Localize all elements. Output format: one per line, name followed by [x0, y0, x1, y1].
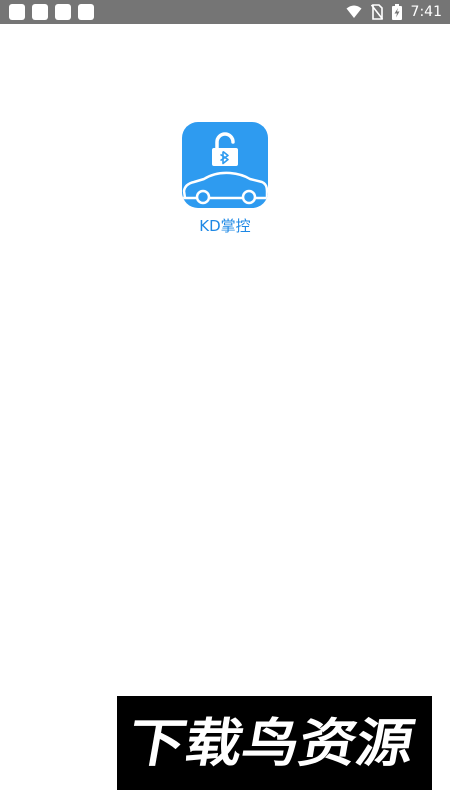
notification-icon — [9, 4, 25, 20]
watermark-logo: 下载鸟资源 — [117, 696, 432, 790]
battery-charging-icon — [391, 4, 402, 20]
status-bar: 7:41 — [0, 0, 450, 24]
car-bluetooth-lock-icon — [182, 132, 268, 205]
kd-app-icon[interactable] — [182, 122, 268, 208]
no-sim-icon — [370, 4, 383, 20]
app-label[interactable]: KD掌控 — [150, 214, 300, 238]
wifi-icon — [346, 5, 362, 18]
status-icons: 7:41 — [346, 0, 442, 24]
notification-icon — [78, 4, 94, 20]
watermark-text-graphic: 下载鸟资源 — [123, 713, 419, 774]
watermark-text: 下载鸟资源 — [123, 713, 419, 774]
notification-icon — [32, 4, 48, 20]
status-time: 7:41 — [410, 4, 442, 20]
notification-icon — [55, 4, 71, 20]
